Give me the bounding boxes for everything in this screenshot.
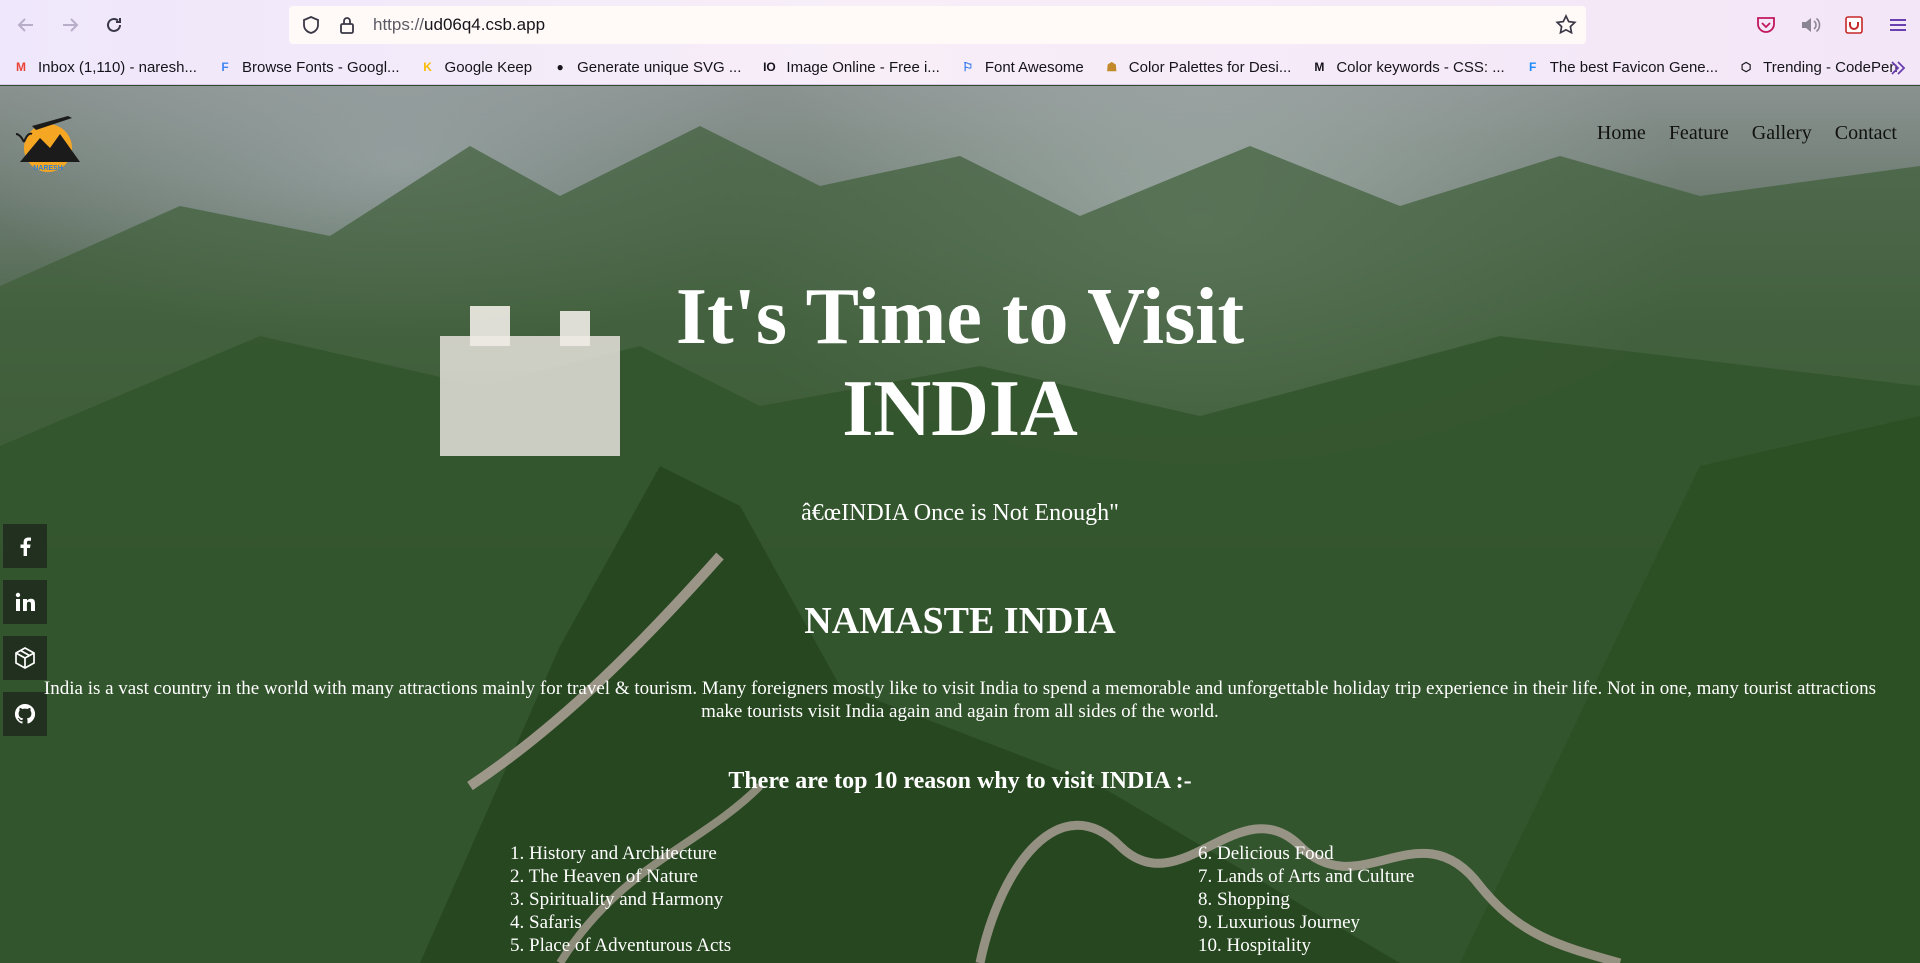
reasons-heading: There are top 10 reason why to visit IND…	[728, 768, 1192, 794]
reason-item: 4. Safaris	[510, 912, 582, 933]
bookmark-item[interactable]: M Inbox (1,110) - naresh...	[12, 58, 197, 76]
bookmark-item[interactable]: F The best Favicon Gene...	[1524, 58, 1718, 76]
logo-text: NARESH	[33, 165, 63, 172]
reason-item: 3. Spirituality and Harmony	[510, 889, 724, 910]
nav-link-gallery[interactable]: Gallery	[1752, 122, 1812, 145]
bookmark-item[interactable]: IO Image Online - Free i...	[760, 58, 940, 76]
hero-title: It's Time to Visit INDIA	[0, 271, 1920, 455]
circle-icon: ●	[556, 60, 564, 74]
nav-link-contact[interactable]: Contact	[1835, 122, 1897, 145]
hero-title-line1: It's Time to Visit	[675, 273, 1245, 361]
speaker-icon	[1802, 17, 1821, 33]
back-button[interactable]	[8, 7, 44, 43]
volume-button[interactable]	[1788, 5, 1832, 45]
reason-item: 5. Place of Adventurous Acts	[510, 935, 732, 956]
bookmark-label: Inbox (1,110) - naresh...	[38, 58, 197, 76]
reload-icon	[107, 17, 121, 32]
bookmark-label: Browse Fonts - Googl...	[241, 58, 400, 76]
bookmark-item[interactable]: ● Generate unique SVG ...	[551, 58, 742, 76]
hero-title-line2: INDIA	[842, 365, 1078, 453]
forward-arrow-icon	[63, 18, 79, 32]
bookmark-item[interactable]: ⚐ Font Awesome	[959, 58, 1084, 76]
bookmarks-overflow-chevron-icon[interactable]	[1888, 58, 1908, 78]
url-text: https://ud06q4.csb.app	[373, 15, 546, 34]
bookmark-item[interactable]: F Browse Fonts - Googl...	[216, 58, 400, 76]
reason-item: 7. Lands of Arts and Culture	[1198, 866, 1415, 887]
extension-shield-icon	[1845, 16, 1863, 34]
reason-item: 1. History and Architecture	[510, 843, 717, 864]
bookmark-label: Google Keep	[444, 58, 533, 76]
bookmark-item[interactable]: ☗ Color Palettes for Desi...	[1103, 58, 1292, 76]
flag-icon: ⚐	[962, 60, 974, 74]
pocket-icon	[1757, 17, 1775, 33]
bookmark-label: Color Palettes for Desi...	[1128, 58, 1292, 76]
menu-button[interactable]	[1876, 5, 1920, 45]
forward-button[interactable]	[52, 7, 88, 43]
top-navigation: Home Feature Gallery Contact	[1597, 122, 1897, 145]
pocket-button[interactable]	[1744, 5, 1788, 45]
bookmark-label: Font Awesome	[984, 58, 1084, 76]
lock-icon[interactable]	[335, 13, 359, 37]
bookmark-star-icon[interactable]	[1554, 13, 1578, 37]
reasons-list-left: 1. History and Architecture 2. The Heaven…	[510, 842, 731, 957]
bookmarks-bar: M Inbox (1,110) - naresh... F Browse Fonts …	[0, 50, 1920, 85]
tagline: â€œINDIA Once is Not Enough"	[801, 500, 1119, 526]
back-arrow-icon	[17, 18, 33, 32]
reasons-list-right: 6. Delicious Food 7. Lands of Arts and Cu…	[1198, 842, 1414, 957]
reason-item: 9. Luxurious Journey	[1198, 912, 1361, 933]
facebook-link[interactable]	[3, 524, 47, 568]
bookmark-label: Image Online - Free i...	[786, 58, 940, 76]
nav-link-home[interactable]: Home	[1597, 122, 1646, 145]
github-icon	[14, 703, 36, 724]
hamburger-menu-icon	[1890, 19, 1906, 31]
bookmark-item[interactable]: M Color keywords - CSS: ...	[1310, 58, 1504, 76]
google-keep-icon: K	[423, 60, 432, 74]
browser-toolbar: https://ud06q4.csb.app	[0, 0, 1920, 50]
intro-paragraph: India is a vast country in the world wit…	[43, 678, 1877, 722]
page-content: NARESH Home Feature Gallery Contact It's Ti…	[0, 86, 1920, 963]
address-bar[interactable]: https://ud06q4.csb.app	[289, 6, 1586, 44]
bookmark-item[interactable]: K Google Keep	[419, 58, 533, 76]
bookmark-label: Color keywords - CSS: ...	[1336, 58, 1505, 76]
tracking-protection-shield-icon[interactable]	[299, 13, 323, 37]
reload-button[interactable]	[96, 7, 132, 43]
reason-item: 6. Delicious Food	[1198, 843, 1334, 864]
favicon-icon: F	[1529, 60, 1537, 74]
facebook-icon	[20, 537, 31, 556]
mdn-icon: M	[1314, 60, 1325, 74]
extension-button[interactable]	[1832, 5, 1876, 45]
bookmark-item[interactable]: ⬡ Trending - CodePen	[1737, 58, 1898, 76]
io-icon: IO	[763, 60, 776, 74]
palette-icon: ☗	[1106, 60, 1118, 74]
reason-item: 8. Shopping	[1198, 889, 1290, 910]
reason-item: 2. The Heaven of Nature	[510, 866, 698, 887]
nav-link-feature[interactable]: Feature	[1669, 122, 1729, 145]
codesandbox-icon	[15, 647, 35, 669]
google-fonts-icon: F	[221, 60, 229, 74]
reason-item: 10. Hospitality	[1198, 935, 1311, 956]
bookmark-label: Generate unique SVG ...	[577, 58, 742, 76]
site-logo[interactable]: NARESH	[10, 104, 84, 172]
section-heading: NAMASTE INDIA	[804, 600, 1116, 642]
codepen-icon: ⬡	[1740, 60, 1752, 74]
gmail-icon: M	[16, 60, 26, 74]
bookmark-label: Trending - CodePen	[1763, 58, 1898, 76]
bookmark-label: The best Favicon Gene...	[1549, 58, 1719, 76]
